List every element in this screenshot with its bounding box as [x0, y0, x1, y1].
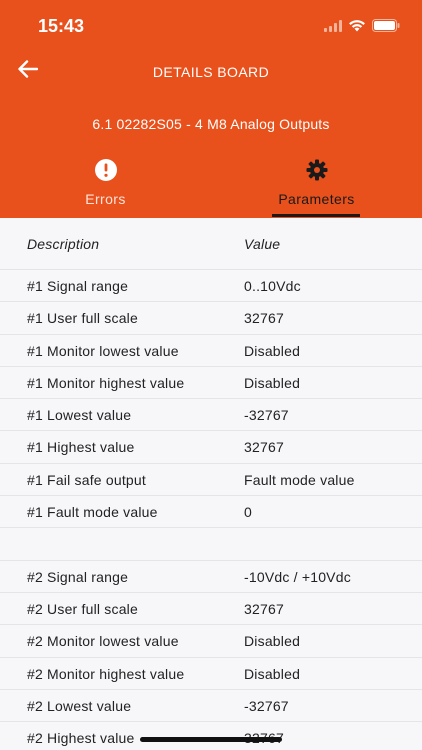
- column-header-value: Value: [244, 236, 281, 252]
- parameter-value: 32767: [244, 600, 284, 617]
- parameter-value: 0: [244, 504, 252, 521]
- column-header-description: Description: [27, 236, 100, 252]
- parameter-name: #2 Lowest value: [27, 697, 132, 714]
- table-row: #1 Monitor highest value Disabled: [0, 367, 422, 400]
- parameter-name: #2 Signal range: [27, 568, 129, 585]
- table-row: #2 Lowest value -32767: [0, 690, 422, 723]
- parameter-name: #2 User full scale: [27, 600, 138, 617]
- page-title: DETAILS BOARD: [152, 64, 270, 80]
- table-row: #1 Monitor lowest value Disabled: [0, 335, 422, 367]
- parameter-name: #2 Monitor highest value: [27, 665, 185, 682]
- parameter-name: #1 Monitor lowest value: [27, 342, 179, 359]
- table-row: #2 User full scale 32767: [0, 593, 422, 626]
- parameter-name: #1 Highest value: [27, 439, 135, 456]
- parameter-value: -32767: [244, 407, 289, 424]
- battery-icon: [372, 19, 400, 32]
- parameters-table[interactable]: Description Value #1 Signal range 0..10Vd…: [0, 218, 422, 750]
- table-row: #1 Lowest value -32767: [0, 399, 422, 432]
- parameter-name: #1 Monitor highest value: [27, 374, 185, 391]
- parameter-value: Fault mode value: [244, 471, 355, 488]
- active-tab-indicator: [272, 214, 360, 217]
- alert-circle-icon: [94, 159, 117, 181]
- table-row: #1 Highest value 32767: [0, 431, 422, 464]
- home-indicator: [140, 737, 282, 742]
- table-row: #1 Signal range 0..10Vdc: [0, 270, 422, 303]
- parameter-value: Disabled: [244, 374, 301, 391]
- parameter-value: 0..10Vdc: [244, 278, 301, 294]
- tab-bar: Errors Parameters: [0, 150, 422, 218]
- parameter-name: #2 Monitor lowest value: [27, 633, 179, 650]
- parameter-value: Disabled: [244, 342, 301, 359]
- board-subtitle: 6.1 02282S05 - 4 M8 Analog Outputs: [92, 116, 330, 132]
- table-header: Description Value: [0, 218, 422, 270]
- table-row: #2 Monitor highest value Disabled: [0, 658, 422, 690]
- parameter-name: #1 Fault mode value: [27, 504, 158, 521]
- parameter-name: #1 User full scale: [27, 310, 138, 327]
- section-spacer: [0, 528, 422, 561]
- table-row: #1 Fault mode value 0: [0, 496, 422, 529]
- parameter-value: -32767: [244, 697, 289, 714]
- gear-icon: [306, 159, 327, 181]
- status-bar: 15:43: [0, 0, 422, 54]
- table-row: #1 Fail safe output Fault mode value: [0, 464, 422, 497]
- parameter-name: #1 Fail safe output: [27, 471, 146, 488]
- parameter-name: #1 Lowest value: [27, 407, 132, 424]
- status-time: 15:43: [38, 16, 85, 36]
- tab-errors-label: Errors: [85, 191, 126, 207]
- parameter-value: 32767: [244, 310, 284, 327]
- parameter-value: 32767: [244, 439, 284, 456]
- nav-bar: DETAILS BOARD: [0, 52, 422, 92]
- cellular-signal-icon: [324, 19, 342, 32]
- parameter-name: #1 Signal range: [27, 278, 129, 294]
- parameter-value: Disabled: [244, 633, 301, 650]
- tab-errors[interactable]: Errors: [0, 150, 211, 218]
- tab-parameters-label: Parameters: [278, 191, 355, 207]
- tab-parameters[interactable]: Parameters: [211, 150, 422, 218]
- app-header: 15:43 DETAILS BOARD 6.1 02282S05 - 4 M8 …: [0, 0, 422, 218]
- table-row: #2 Signal range -10Vdc / +10Vdc: [0, 561, 422, 593]
- table-row: #1 User full scale 32767: [0, 302, 422, 335]
- parameter-value: -10Vdc / +10Vdc: [244, 568, 351, 585]
- wifi-icon: [349, 20, 365, 32]
- parameter-value: Disabled: [244, 665, 301, 682]
- status-icons: [324, 19, 400, 32]
- table-row: #2 Monitor lowest value Disabled: [0, 625, 422, 658]
- parameter-name: #2 Highest value: [27, 730, 135, 747]
